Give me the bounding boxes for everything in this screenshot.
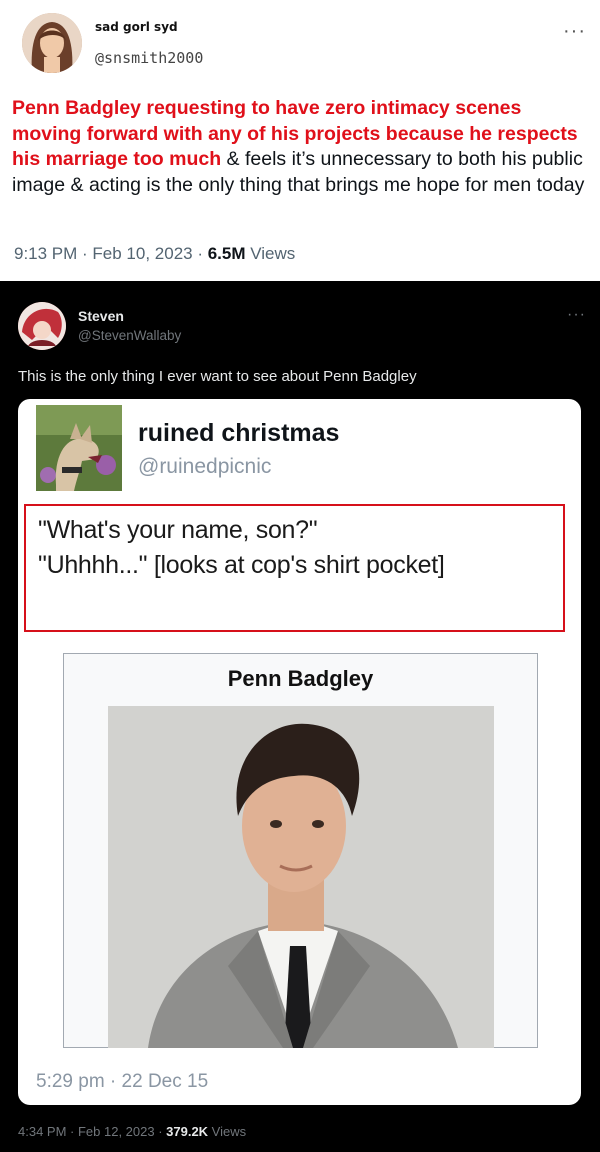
avatar-photo-icon xyxy=(22,13,82,73)
quote-frame: "What's your name, son?" "Uhhhh..." [loo… xyxy=(24,504,565,632)
author-name[interactable]: sad gorl syd xyxy=(95,20,178,34)
tweet-meta: 9:13 PM · Feb 10, 2023 · 6.5M Views xyxy=(14,244,295,264)
tweet-timestamp[interactable]: 9:13 PM · Feb 10, 2023 · xyxy=(14,244,208,263)
tweet-meta: 4:34 PM · Feb 12, 2023 · 379.2K Views xyxy=(18,1124,246,1139)
card-author-handle: @ruinedpicnic xyxy=(138,455,272,478)
top-tweet: sad gorl syd @snsmith2000 ··· Penn Badgl… xyxy=(0,0,600,281)
portrait-photo xyxy=(108,706,494,1048)
tweet-timestamp[interactable]: 4:34 PM · Feb 12, 2023 · xyxy=(18,1124,166,1139)
views-count[interactable]: 6.5M xyxy=(208,244,246,263)
avatar xyxy=(36,405,122,491)
card-author-name: ruined christmas xyxy=(138,419,340,447)
dog-photo-icon xyxy=(36,405,122,491)
avatar[interactable] xyxy=(18,302,66,350)
tweet-text: This is the only thing I ever want to se… xyxy=(18,368,417,385)
author-handle[interactable]: @snsmith2000 xyxy=(95,49,203,67)
wiki-infobox: Penn Badgley xyxy=(63,653,538,1048)
wiki-title: Penn Badgley xyxy=(227,666,374,691)
views-label: Views xyxy=(245,244,296,263)
card-timestamp: 5:29 pm · 22 Dec 15 xyxy=(36,1071,209,1092)
views-label: Views xyxy=(208,1124,247,1139)
views-count[interactable]: 379.2K xyxy=(166,1124,208,1139)
more-options-icon[interactable]: ··· xyxy=(563,20,586,43)
quote-line: "Uhhhh..." [looks at cop's shirt pocket] xyxy=(38,551,445,579)
avatar-art-icon xyxy=(18,302,66,350)
author-name[interactable]: Steven xyxy=(78,308,124,324)
tweet-text: Penn Badgley requesting to have zero int… xyxy=(12,96,592,198)
embedded-screenshot[interactable]: ruined christmas @ruinedpicnic "What's y… xyxy=(18,399,581,1105)
portrait-icon xyxy=(108,706,494,1048)
reply-tweet: Steven @StevenWallaby ··· This is the on… xyxy=(0,281,600,1152)
more-options-icon[interactable]: ··· xyxy=(567,306,586,324)
quote-line: "What's your name, son?" xyxy=(38,516,318,544)
author-handle[interactable]: @StevenWallaby xyxy=(78,328,181,343)
avatar[interactable] xyxy=(22,13,82,73)
